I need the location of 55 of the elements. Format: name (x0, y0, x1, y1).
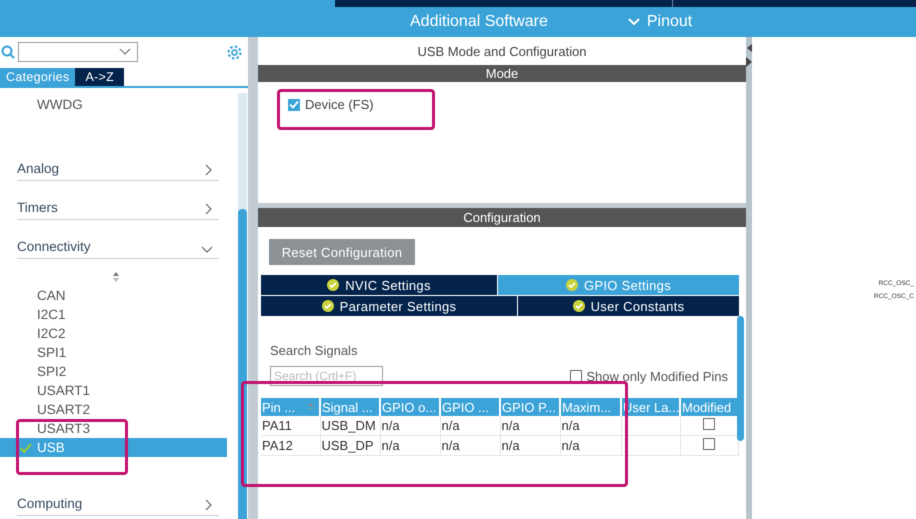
config-tab[interactable]: Parameter Settings (261, 296, 518, 316)
section-header: Configuration (258, 208, 746, 227)
config-tab[interactable]: NVIC Settings (261, 275, 498, 295)
category-item[interactable]: Analog (17, 142, 219, 181)
search-icon[interactable] (1, 45, 15, 59)
table-cell: n/a (440, 416, 500, 436)
peripheral-item[interactable]: USART3 (0, 419, 227, 438)
table-cell: PA11 (261, 416, 320, 436)
check-icon (20, 443, 32, 453)
chevron-down-icon (119, 48, 131, 56)
chevron-right-icon (205, 203, 213, 215)
peripheral-item[interactable]: SPI1 (0, 343, 227, 362)
table-cell: USB_DM (320, 416, 380, 436)
search-combo-field[interactable] (18, 42, 138, 62)
peripheral-item[interactable]: USART2 (0, 400, 227, 419)
peripheral-item[interactable]: USART1 (0, 381, 227, 400)
peripheral-item[interactable]: CAN (0, 286, 227, 305)
check-icon (289, 100, 299, 109)
sidebar-tab[interactable]: A->Z (75, 68, 124, 86)
category-item[interactable]: Computing (17, 477, 219, 516)
mode-checkbox[interactable]: Device (FS) (288, 97, 746, 112)
scrollbar[interactable] (238, 93, 247, 519)
table-cell: n/a (500, 436, 560, 456)
modified-checkbox[interactable] (703, 418, 715, 430)
table-cell: USB_DP (320, 436, 380, 456)
scrollbar-thumb[interactable] (737, 316, 744, 441)
config-tab[interactable]: User Constants (518, 296, 740, 316)
table-cell: n/a (380, 416, 440, 436)
table-cell: n/a (500, 416, 560, 436)
table-cell: PA12 (261, 436, 320, 456)
section-header: Mode (258, 65, 746, 82)
modified-filter-checkbox[interactable]: Show only Modified Pins (570, 368, 728, 384)
sort-icon[interactable] (112, 271, 120, 283)
category-item[interactable]: Connectivity (17, 220, 219, 259)
chevron-right-icon (205, 164, 213, 176)
chevron-down-icon (201, 246, 213, 254)
settings-icon[interactable] (226, 44, 243, 60)
check-circle-icon (566, 279, 578, 291)
table-cell: n/a (560, 436, 621, 456)
panel-title: USB Mode and Configuration (416, 43, 588, 61)
check-circle-icon (322, 300, 334, 312)
table-cell: n/a (440, 436, 500, 456)
peripheral-item[interactable]: I2C2 (0, 324, 227, 343)
peripheral-item[interactable]: SPI2 (0, 362, 227, 381)
chevron-down-icon (628, 18, 640, 26)
chevron-right-icon (205, 499, 213, 511)
search-label: Search Signals (270, 343, 358, 358)
category-item[interactable]: Timers (17, 181, 219, 220)
peripheral-item[interactable]: WWDG (0, 95, 227, 114)
table-cell: n/a (560, 416, 621, 436)
table-cell: n/a (380, 436, 440, 456)
peripheral-item[interactable]: I2C1 (0, 305, 227, 324)
check-circle-icon (572, 300, 585, 312)
check-circle-icon (327, 279, 340, 291)
modified-checkbox[interactable] (703, 438, 715, 450)
